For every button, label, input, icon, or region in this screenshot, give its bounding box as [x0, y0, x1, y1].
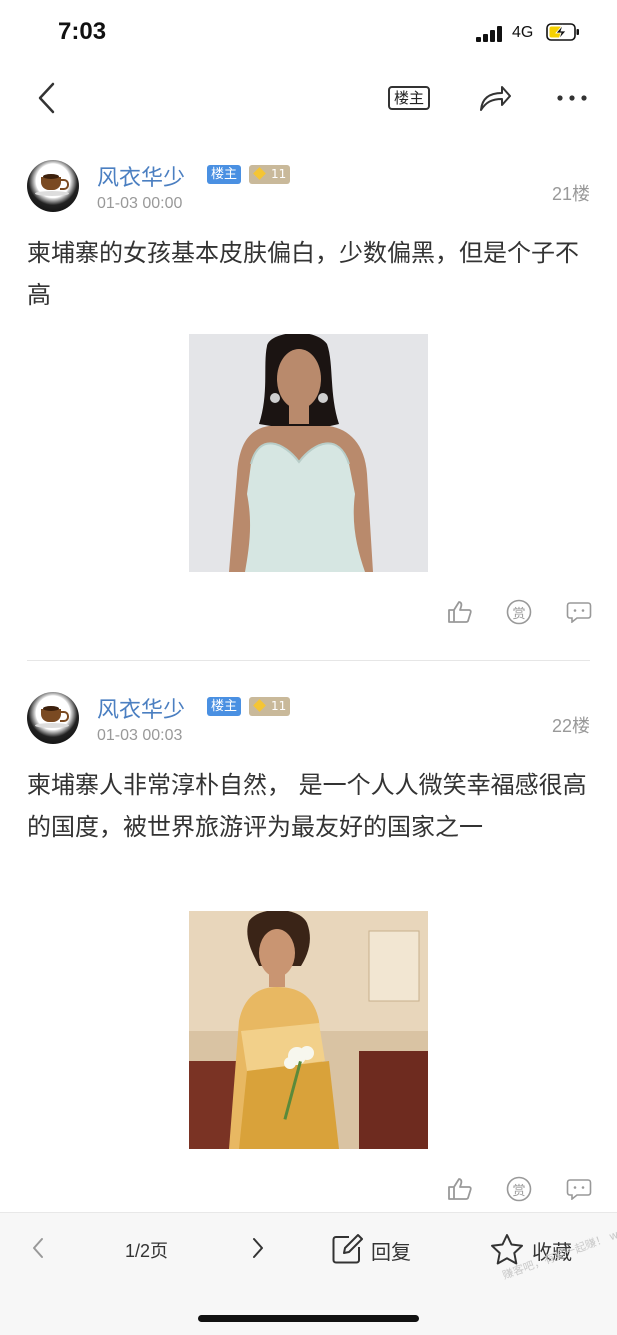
reply-button[interactable]: 回复	[371, 1236, 411, 1265]
post-text: 柬埔寨人非常淳朴自然， 是一个人人微笑幸福感很高的国度，被世界旅游评为最友好的国…	[27, 771, 587, 841]
like-icon[interactable]	[447, 1177, 473, 1201]
reply-edit-icon[interactable]	[331, 1233, 363, 1265]
avatar[interactable]	[27, 160, 79, 212]
level-badge: 11	[249, 165, 290, 184]
post-divider	[27, 660, 590, 661]
owner-badge: 楼主	[207, 697, 241, 716]
post-text: 柬埔寨的女孩基本皮肤偏白，少数偏黑，但是个子不高	[27, 239, 579, 309]
diamond-icon	[253, 167, 266, 180]
post-date: 01-03 00:00	[97, 195, 183, 212]
diamond-icon	[253, 699, 266, 712]
next-page-icon[interactable]	[250, 1236, 266, 1260]
like-icon[interactable]	[447, 600, 473, 624]
floor-number: 21楼	[551, 184, 590, 204]
network-type: 4G	[512, 24, 534, 41]
post-date: 01-03 00:03	[97, 727, 183, 744]
avatar[interactable]	[27, 692, 79, 744]
floor-number: 22楼	[551, 716, 590, 736]
level-number: 11	[271, 167, 287, 181]
share-icon[interactable]	[478, 84, 512, 112]
comment-icon[interactable]	[566, 601, 592, 623]
comment-icon[interactable]	[566, 1178, 592, 1200]
reward-label: 赏	[512, 1184, 526, 1199]
post-image[interactable]	[189, 911, 428, 1149]
battery-charging-icon	[546, 23, 579, 41]
signal-icon	[476, 26, 504, 42]
more-icon[interactable]	[556, 93, 588, 103]
reward-label: 赏	[512, 607, 526, 622]
post-image[interactable]	[189, 334, 428, 572]
status-time: 7:03	[58, 18, 107, 45]
level-badge: 11	[249, 697, 290, 716]
prev-page-icon[interactable]	[30, 1236, 46, 1260]
back-icon[interactable]	[36, 82, 58, 114]
level-number: 11	[271, 699, 287, 713]
username[interactable]: 风衣华少	[97, 692, 185, 724]
owner-only-button[interactable]: 楼主	[388, 86, 430, 110]
owner-badge: 楼主	[207, 165, 241, 184]
status-bar: 7:03 4G	[0, 0, 617, 64]
page-indicator[interactable]: 1/2页	[125, 1237, 168, 1263]
nav-bar	[0, 64, 617, 134]
home-indicator[interactable]	[198, 1315, 419, 1322]
username[interactable]: 风衣华少	[97, 160, 185, 192]
